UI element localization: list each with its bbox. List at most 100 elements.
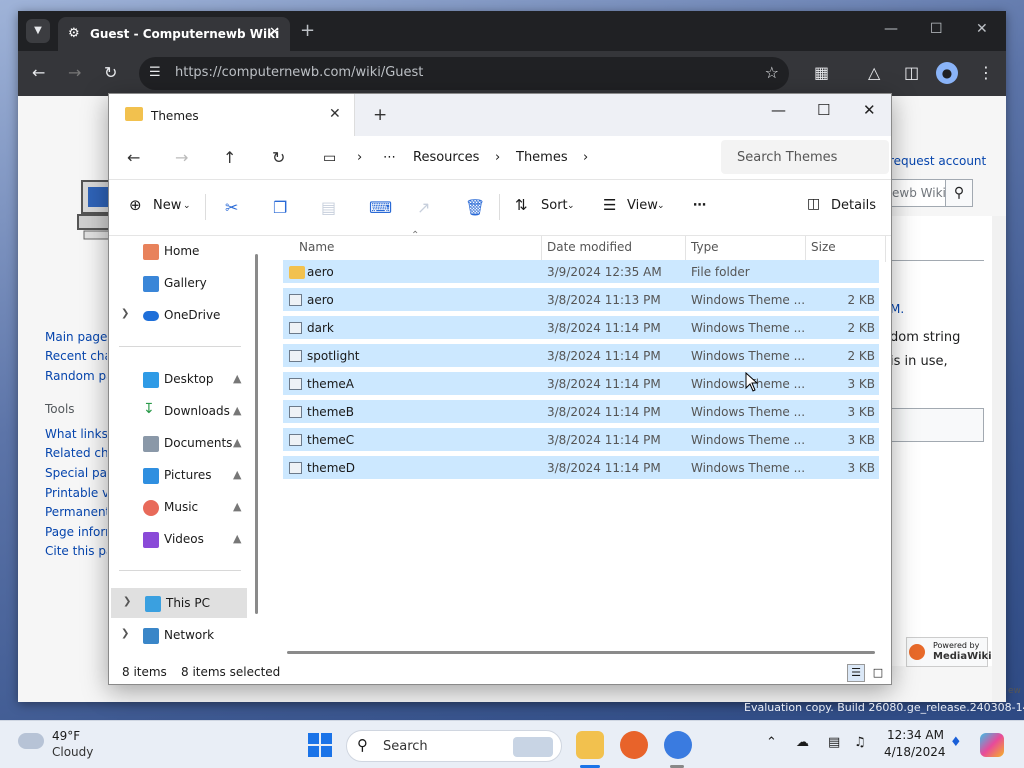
labs-icon[interactable]: △ xyxy=(868,63,880,82)
navigation-scrollbar[interactable] xyxy=(255,254,258,614)
details-button[interactable]: Details xyxy=(831,198,876,213)
firefox-taskbar-icon[interactable] xyxy=(620,731,648,759)
menu-dots-icon[interactable]: ⋮ xyxy=(978,63,994,82)
tools-link-what-links-here[interactable]: What links h xyxy=(45,427,107,441)
file-row[interactable]: aero 3/9/2024 12:35 AM File folder xyxy=(283,260,879,284)
file-row[interactable]: spotlight 3/8/2024 11:14 PM Windows Them… xyxy=(283,344,879,368)
file-row[interactable]: themeD 3/8/2024 11:14 PM Windows Theme .… xyxy=(283,456,879,480)
start-button[interactable] xyxy=(308,733,332,757)
nav-item-downloads[interactable]: ↧ Downloads ▲ xyxy=(109,396,259,426)
this-pc-icon[interactable]: ▭ xyxy=(323,150,336,166)
copy-icon[interactable]: ❐ xyxy=(273,198,287,217)
tools-link-special-pages[interactable]: Special pag xyxy=(45,466,107,480)
minimize-icon[interactable]: — xyxy=(771,101,786,119)
close-window-icon[interactable]: ✕ xyxy=(863,101,876,119)
breadcrumb-resources[interactable]: Resources xyxy=(413,150,479,165)
column-header-type[interactable]: Type xyxy=(691,240,719,254)
column-divider[interactable] xyxy=(805,236,806,262)
new-tab-button[interactable]: + xyxy=(373,105,387,125)
back-icon[interactable]: ← xyxy=(32,63,45,82)
horizontal-scrollbar[interactable] xyxy=(287,651,875,654)
tools-link-permanent-link[interactable]: Permanent xyxy=(45,505,107,519)
browser-tab-guest[interactable]: ⚙ Guest - Computernewb Wiki ✕ xyxy=(58,17,290,51)
view-button[interactable]: View xyxy=(627,198,658,213)
minimize-icon[interactable]: — xyxy=(884,21,898,37)
network-icon[interactable]: ▤ xyxy=(828,735,840,750)
tools-link-cite-this-page[interactable]: Cite this pag xyxy=(45,544,107,558)
wiki-scrollbar[interactable] xyxy=(992,216,1006,702)
column-header-size[interactable]: Size xyxy=(811,240,836,254)
sidebar-link-main-page[interactable]: Main page xyxy=(45,330,107,344)
details-view-icon[interactable]: ☰ xyxy=(847,664,865,682)
weather-condition[interactable]: Cloudy xyxy=(52,745,93,759)
nav-item-videos[interactable]: Videos ▲ xyxy=(109,524,259,554)
close-window-icon[interactable]: ✕ xyxy=(976,21,988,37)
tools-link-page-information[interactable]: Page inform xyxy=(45,525,107,539)
explorer-tab-themes[interactable]: Themes ✕ xyxy=(109,94,355,136)
more-icon[interactable]: ⋯ xyxy=(383,150,396,165)
file-row[interactable]: aero 3/8/2024 11:13 PM Windows Theme ...… xyxy=(283,288,879,312)
cloud-icon[interactable] xyxy=(18,733,44,749)
nav-item-network[interactable]: ❯ Network xyxy=(109,620,259,650)
taskbar-search[interactable]: ⚲ Search xyxy=(346,730,562,762)
clock-date[interactable]: 4/18/2024 xyxy=(884,745,946,759)
site-info-icon[interactable]: ☰ xyxy=(149,65,161,80)
column-header-date-modified[interactable]: Date modified xyxy=(547,240,632,254)
forward-icon[interactable]: → xyxy=(68,63,81,82)
column-header-name[interactable]: Name xyxy=(299,240,334,254)
sidebar-link-recent-changes[interactable]: Recent char xyxy=(45,349,107,363)
reload-icon[interactable]: ↻ xyxy=(104,63,117,82)
file-row[interactable]: themeA 3/8/2024 11:14 PM Windows Theme .… xyxy=(283,372,879,396)
explorer-search-input[interactable]: Search Themes xyxy=(721,140,889,174)
column-divider[interactable] xyxy=(685,236,686,262)
file-row[interactable]: themeB 3/8/2024 11:14 PM Windows Theme .… xyxy=(283,400,879,424)
address-bar[interactable]: ☰ https://computernewb.com/wiki/Guest ☆ xyxy=(139,57,789,90)
tiles-view-icon[interactable]: □ xyxy=(869,664,887,682)
column-divider[interactable] xyxy=(885,236,886,262)
chevron-right-icon[interactable]: ❯ xyxy=(123,596,131,607)
up-icon[interactable]: ↑ xyxy=(223,148,236,167)
rename-icon[interactable]: ⌨ xyxy=(369,198,392,217)
nav-item-gallery[interactable]: Gallery xyxy=(109,268,259,298)
sidebar-link-random-page[interactable]: Random pa xyxy=(45,369,107,383)
new-button[interactable]: New xyxy=(153,198,181,213)
wiki-search-icon[interactable]: ⚲ xyxy=(945,179,973,207)
breadcrumb-chevron[interactable]: › xyxy=(583,150,588,165)
nav-item-pictures[interactable]: Pictures ▲ xyxy=(109,460,259,490)
tab-search-dropdown[interactable]: ▼ xyxy=(26,19,50,43)
copilot-icon[interactable] xyxy=(980,733,1004,757)
side-panel-icon[interactable]: ◫ xyxy=(904,63,919,82)
volume-icon[interactable]: ♫ xyxy=(854,735,866,750)
notification-bell-icon[interactable]: ♦ xyxy=(950,735,962,750)
nav-item-documents[interactable]: Documents ▲ xyxy=(109,428,259,458)
chrome-taskbar-icon[interactable] xyxy=(664,731,692,759)
nav-item-onedrive[interactable]: ❯ OneDrive xyxy=(109,300,259,330)
refresh-icon[interactable]: ↻ xyxy=(272,148,285,167)
breadcrumb-themes[interactable]: Themes xyxy=(516,150,568,165)
nav-item-this-pc[interactable]: ❯ This PC xyxy=(111,588,247,618)
file-row[interactable]: dark 3/8/2024 11:14 PM Windows Theme ...… xyxy=(283,316,879,340)
weather-temperature[interactable]: 49°F xyxy=(52,729,80,743)
bookmark-star-icon[interactable]: ☆ xyxy=(765,63,779,82)
request-account-link[interactable]: request account xyxy=(889,154,986,168)
share-icon[interactable]: ↗ xyxy=(417,198,430,217)
column-divider[interactable] xyxy=(541,236,542,262)
new-tab-button[interactable]: + xyxy=(300,20,315,41)
chevron-up-icon[interactable]: ⌃ xyxy=(766,735,777,750)
nav-item-desktop[interactable]: Desktop ▲ xyxy=(109,364,259,394)
back-icon[interactable]: ← xyxy=(127,148,140,167)
nav-item-home[interactable]: Home xyxy=(109,236,259,266)
paste-icon[interactable]: ▤ xyxy=(321,198,336,217)
chevron-right-icon[interactable]: ❯ xyxy=(121,308,129,319)
sort-button[interactable]: Sort xyxy=(541,198,568,213)
more-options-icon[interactable]: ⋯ xyxy=(693,198,706,213)
wiki-search-input[interactable]: ewb Wiki ⚲ xyxy=(889,179,973,207)
file-explorer-taskbar-icon[interactable] xyxy=(576,731,604,759)
maximize-icon[interactable]: ☐ xyxy=(817,101,830,119)
breadcrumb[interactable]: ▭ › ⋯ Resources › Themes › xyxy=(315,140,715,174)
clock-time[interactable]: 12:34 AM xyxy=(884,728,944,742)
extensions-icon[interactable]: ▦ xyxy=(814,63,829,82)
delete-icon[interactable]: 🗑 xyxy=(465,198,485,217)
onedrive-offline-icon[interactable]: ☁ xyxy=(796,735,809,750)
forward-icon[interactable]: → xyxy=(175,148,188,167)
